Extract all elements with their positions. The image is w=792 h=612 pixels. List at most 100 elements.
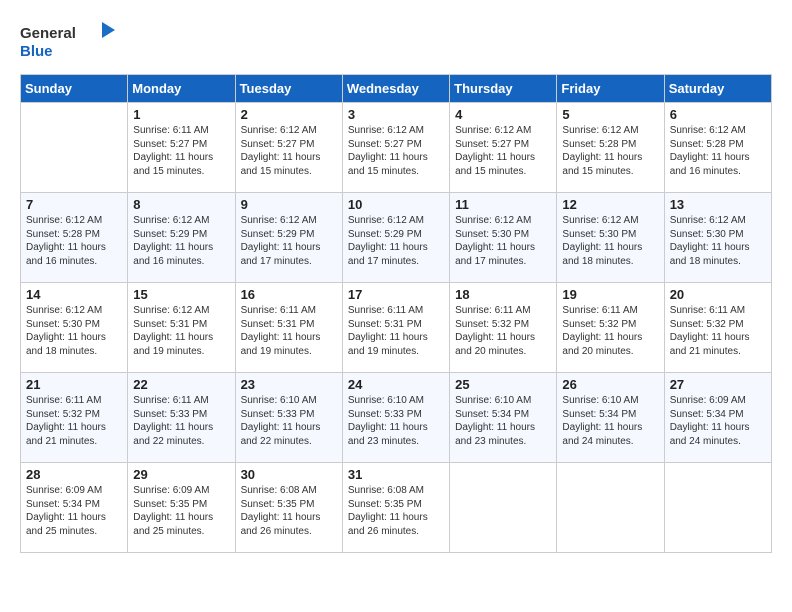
day-cell: 9Sunrise: 6:12 AMSunset: 5:29 PMDaylight…	[235, 193, 342, 283]
weekday-header-saturday: Saturday	[664, 75, 771, 103]
day-cell: 1Sunrise: 6:11 AMSunset: 5:27 PMDaylight…	[128, 103, 235, 193]
day-cell: 20 Sunrise: 6:11 AMSunset: 5:32 PMDayligh…	[664, 283, 771, 373]
day-number: 13	[670, 197, 766, 212]
day-cell: 18 Sunrise: 6:11 AMSunset: 5:32 PMDayligh…	[450, 283, 557, 373]
day-cell: 14 Sunrise: 6:12 AMSunset: 5:30 PMDayligh…	[21, 283, 128, 373]
calendar-table: SundayMondayTuesdayWednesdayThursdayFrid…	[20, 74, 772, 553]
day-number: 8	[133, 197, 229, 212]
day-cell: 12 Sunrise: 6:12 AMSunset: 5:30 PMDayligh…	[557, 193, 664, 283]
day-cell: 8 Sunrise: 6:12 AMSunset: 5:29 PMDaylight…	[128, 193, 235, 283]
day-info: Sunrise: 6:12 AMSunset: 5:30 PMDaylight:…	[26, 304, 122, 358]
day-info: Sunrise: 6:09 AMSunset: 5:35 PMDaylight:…	[133, 484, 229, 538]
day-number: 23	[241, 377, 337, 392]
day-cell: 6 Sunrise: 6:12 AMSunset: 5:28 PMDaylight…	[664, 103, 771, 193]
day-number: 18	[455, 287, 551, 302]
day-info: Sunrise: 6:10 AMSunset: 5:33 PMDaylight:…	[241, 394, 337, 448]
day-cell: 29 Sunrise: 6:09 AMSunset: 5:35 PMDayligh…	[128, 463, 235, 553]
day-info: Sunrise: 6:12 AMSunset: 5:29 PMDaylight:…	[348, 214, 444, 268]
generalblue-logo-icon: General Blue	[20, 20, 120, 64]
day-number: 6	[670, 107, 766, 122]
day-info: Sunrise: 6:11 AMSunset: 5:32 PMDaylight:…	[26, 394, 122, 448]
day-cell	[21, 103, 128, 193]
day-info: Sunrise: 6:10 AMSunset: 5:33 PMDaylight:…	[348, 394, 444, 448]
day-info: Sunrise: 6:12 AMSunset: 5:28 PMDaylight:…	[562, 124, 658, 178]
day-number: 30	[241, 467, 337, 482]
day-info: Sunrise: 6:08 AMSunset: 5:35 PMDaylight:…	[348, 484, 444, 538]
page-header: General Blue	[20, 20, 772, 64]
day-info: Sunrise: 6:12 AMSunset: 5:31 PMDaylight:…	[133, 304, 229, 358]
week-row-2: 7 Sunrise: 6:12 AMSunset: 5:28 PMDaylight…	[21, 193, 772, 283]
day-number: 27	[670, 377, 766, 392]
weekday-header-monday: Monday	[128, 75, 235, 103]
day-cell: 7 Sunrise: 6:12 AMSunset: 5:28 PMDaylight…	[21, 193, 128, 283]
day-info: Sunrise: 6:08 AMSunset: 5:35 PMDaylight:…	[241, 484, 337, 538]
day-info: Sunrise: 6:12 AMSunset: 5:29 PMDaylight:…	[241, 214, 337, 268]
day-number: 20	[670, 287, 766, 302]
day-cell: 3Sunrise: 6:12 AMSunset: 5:27 PMDaylight…	[342, 103, 449, 193]
weekday-header-wednesday: Wednesday	[342, 75, 449, 103]
day-number: 7	[26, 197, 122, 212]
day-cell: 21 Sunrise: 6:11 AMSunset: 5:32 PMDayligh…	[21, 373, 128, 463]
day-cell	[557, 463, 664, 553]
weekday-header-sunday: Sunday	[21, 75, 128, 103]
day-info: Sunrise: 6:10 AMSunset: 5:34 PMDaylight:…	[455, 394, 551, 448]
day-cell: 2 Sunrise: 6:12 AMSunset: 5:27 PMDaylight…	[235, 103, 342, 193]
day-info: Sunrise: 6:12 AMSunset: 5:28 PMDaylight:…	[26, 214, 122, 268]
day-cell: 23 Sunrise: 6:10 AMSunset: 5:33 PMDayligh…	[235, 373, 342, 463]
day-number: 4	[455, 107, 551, 122]
day-info: Sunrise: 6:12 AMSunset: 5:30 PMDaylight:…	[562, 214, 658, 268]
day-info: Sunrise: 6:11 AMSunset: 5:31 PMDaylight:…	[348, 304, 444, 358]
day-info: Sunrise: 6:09 AMSunset: 5:34 PMDaylight:…	[670, 394, 766, 448]
logo: General Blue	[20, 20, 120, 64]
day-info: Sunrise: 6:11 AMSunset: 5:32 PMDaylight:…	[455, 304, 551, 358]
day-info: Sunrise: 6:11 AMSunset: 5:32 PMDaylight:…	[562, 304, 658, 358]
day-info: Sunrise: 6:12 AMSunset: 5:27 PMDaylight:…	[241, 124, 337, 178]
day-number: 28	[26, 467, 122, 482]
day-number: 15	[133, 287, 229, 302]
day-number: 10	[348, 197, 444, 212]
day-number: 17	[348, 287, 444, 302]
day-cell: 22 Sunrise: 6:11 AMSunset: 5:33 PMDayligh…	[128, 373, 235, 463]
day-number: 26	[562, 377, 658, 392]
day-number: 12	[562, 197, 658, 212]
day-cell: 4 Sunrise: 6:12 AMSunset: 5:27 PMDaylight…	[450, 103, 557, 193]
day-info: Sunrise: 6:12 AMSunset: 5:27 PMDaylight:…	[455, 124, 551, 178]
weekday-header-friday: Friday	[557, 75, 664, 103]
day-cell	[450, 463, 557, 553]
day-cell: 10 Sunrise: 6:12 AMSunset: 5:29 PMDayligh…	[342, 193, 449, 283]
day-number: 31	[348, 467, 444, 482]
day-number: 16	[241, 287, 337, 302]
day-cell: 19 Sunrise: 6:11 AMSunset: 5:32 PMDayligh…	[557, 283, 664, 373]
week-row-3: 14 Sunrise: 6:12 AMSunset: 5:30 PMDayligh…	[21, 283, 772, 373]
day-number: 29	[133, 467, 229, 482]
week-row-4: 21 Sunrise: 6:11 AMSunset: 5:32 PMDayligh…	[21, 373, 772, 463]
day-info: Sunrise: 6:10 AMSunset: 5:34 PMDaylight:…	[562, 394, 658, 448]
day-number: 25	[455, 377, 551, 392]
day-number: 5	[562, 107, 658, 122]
day-number: 11	[455, 197, 551, 212]
day-cell: 30 Sunrise: 6:08 AMSunset: 5:35 PMDayligh…	[235, 463, 342, 553]
day-cell: 5 Sunrise: 6:12 AMSunset: 5:28 PMDaylight…	[557, 103, 664, 193]
day-info: Sunrise: 6:12 AMSunset: 5:29 PMDaylight:…	[133, 214, 229, 268]
day-number: 22	[133, 377, 229, 392]
week-row-5: 28Sunrise: 6:09 AMSunset: 5:34 PMDayligh…	[21, 463, 772, 553]
day-info: Sunrise: 6:11 AMSunset: 5:33 PMDaylight:…	[133, 394, 229, 448]
day-info: Sunrise: 6:12 AMSunset: 5:28 PMDaylight:…	[670, 124, 766, 178]
day-cell: 13 Sunrise: 6:12 AMSunset: 5:30 PMDayligh…	[664, 193, 771, 283]
day-info: Sunrise: 6:12 AMSunset: 5:30 PMDaylight:…	[455, 214, 551, 268]
svg-text:Blue: Blue	[20, 43, 53, 60]
day-cell: 24Sunrise: 6:10 AMSunset: 5:33 PMDayligh…	[342, 373, 449, 463]
day-number: 21	[26, 377, 122, 392]
day-number: 2	[241, 107, 337, 122]
day-cell: 27 Sunrise: 6:09 AMSunset: 5:34 PMDayligh…	[664, 373, 771, 463]
day-cell: 31 Sunrise: 6:08 AMSunset: 5:35 PMDayligh…	[342, 463, 449, 553]
day-cell: 11 Sunrise: 6:12 AMSunset: 5:30 PMDayligh…	[450, 193, 557, 283]
day-info: Sunrise: 6:12 AMSunset: 5:30 PMDaylight:…	[670, 214, 766, 268]
day-number: 14	[26, 287, 122, 302]
day-info: Sunrise: 6:11 AMSunset: 5:31 PMDaylight:…	[241, 304, 337, 358]
day-cell: 26 Sunrise: 6:10 AMSunset: 5:34 PMDayligh…	[557, 373, 664, 463]
weekday-header-row: SundayMondayTuesdayWednesdayThursdayFrid…	[21, 75, 772, 103]
day-info: Sunrise: 6:11 AMSunset: 5:32 PMDaylight:…	[670, 304, 766, 358]
day-cell: 25 Sunrise: 6:10 AMSunset: 5:34 PMDayligh…	[450, 373, 557, 463]
day-number: 19	[562, 287, 658, 302]
